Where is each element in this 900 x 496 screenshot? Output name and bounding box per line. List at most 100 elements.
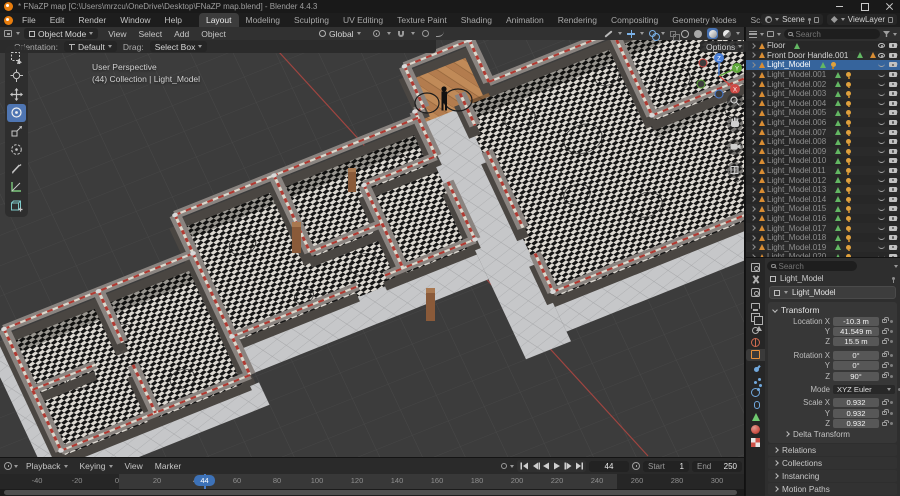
close-button[interactable]: [885, 2, 894, 11]
properties-editor-icon[interactable]: [746, 261, 765, 273]
animate-dot-icon[interactable]: [890, 340, 893, 344]
timeline-scrollbar[interactable]: [0, 489, 744, 496]
outliner-row[interactable]: Light_Model.002: [746, 79, 900, 89]
outliner-row[interactable]: Light_Model.017: [746, 223, 900, 233]
gizmo-neg-y[interactable]: [696, 79, 706, 89]
viewlayer-selector[interactable]: ViewLayer: [826, 14, 897, 25]
outliner-row[interactable]: Light_Model.015: [746, 204, 900, 214]
camera-visibility-icon[interactable]: [889, 81, 898, 87]
tool-rotate[interactable]: [7, 104, 26, 122]
viewport-menu-view[interactable]: View: [102, 29, 132, 39]
value-field[interactable]: -10.3 m: [833, 316, 879, 326]
section-collections[interactable]: Collections: [768, 457, 897, 469]
shading-solid-icon[interactable]: [694, 29, 702, 38]
show-gizmo-icon[interactable]: [627, 29, 635, 38]
toggle-xray-icon[interactable]: [670, 30, 680, 41]
lock-icon[interactable]: [882, 361, 889, 368]
camera-visibility-icon[interactable]: [889, 158, 898, 164]
value-field[interactable]: 15.5 m: [833, 337, 879, 347]
outliner-search-input[interactable]: [795, 29, 876, 39]
outliner-row[interactable]: Light_Model.011: [746, 165, 900, 176]
disclosure-icon[interactable]: [750, 215, 756, 222]
disclosure-icon[interactable]: [750, 225, 756, 231]
value-field[interactable]: 90°: [833, 371, 879, 381]
shading-material-active[interactable]: [707, 28, 718, 39]
transform-panel-header[interactable]: Transform: [770, 304, 895, 316]
tab-particles[interactable]: [746, 374, 765, 386]
tab-layout[interactable]: Layout: [198, 13, 239, 27]
start-frame-field[interactable]: Start 1: [643, 460, 689, 472]
disclosure-icon[interactable]: [750, 206, 756, 212]
mode-selector[interactable]: Object Mode: [24, 28, 99, 39]
new-viewlayer-icon[interactable]: [888, 16, 893, 23]
orientation-selector[interactable]: Global: [314, 28, 366, 39]
current-frame-field[interactable]: 44: [589, 460, 629, 472]
camera-visibility-icon[interactable]: [889, 72, 898, 78]
lock-icon[interactable]: [882, 419, 889, 426]
value-field[interactable]: 0°: [833, 350, 879, 360]
outliner-search[interactable]: [784, 29, 880, 39]
camera-visibility-icon[interactable]: [889, 43, 898, 49]
eye-closed-icon[interactable]: [878, 245, 885, 250]
use-preview-range-icon[interactable]: [632, 462, 640, 470]
timeline-menu-view[interactable]: View: [119, 461, 149, 471]
tab-texture-paint[interactable]: Texture Paint: [390, 13, 454, 27]
editor-type-icon[interactable]: [4, 30, 12, 37]
tab-modifiers[interactable]: [746, 361, 765, 373]
eye-closed-icon[interactable]: [878, 159, 885, 163]
section-relations[interactable]: Relations: [768, 444, 897, 456]
shading-rendered-icon[interactable]: [723, 29, 731, 38]
zoom-button[interactable]: [727, 93, 743, 109]
disclosure-icon[interactable]: [750, 177, 756, 183]
disclosure-icon[interactable]: [750, 129, 756, 135]
display-mode-icon[interactable]: [767, 31, 774, 37]
lock-icon[interactable]: [882, 409, 889, 416]
eye-closed-icon[interactable]: [878, 101, 885, 106]
tool-transform[interactable]: [7, 141, 26, 159]
timeline-ruler[interactable]: -40-200204060801001201401601802002202402…: [0, 474, 744, 489]
scene-selector[interactable]: Scene: [761, 14, 823, 25]
filter-icon[interactable]: [883, 31, 890, 37]
eye-closed-icon[interactable]: [878, 236, 885, 240]
outliner-row[interactable]: Floor: [746, 41, 900, 51]
disclosure-icon[interactable]: [750, 196, 756, 203]
jump-to-start-button[interactable]: [519, 461, 529, 471]
tab-tool[interactable]: [746, 274, 765, 286]
jump-to-end-button[interactable]: [574, 461, 584, 471]
menu-window[interactable]: Window: [113, 14, 157, 26]
disclosure-icon[interactable]: [750, 234, 756, 241]
tool-add-cube[interactable]: [7, 197, 26, 215]
camera-visibility-icon[interactable]: [889, 148, 898, 154]
tab-render[interactable]: [746, 286, 765, 298]
snap-magnet-icon[interactable]: [397, 30, 404, 37]
section-instancing[interactable]: Instancing: [768, 470, 897, 482]
pivot-point-icon[interactable]: [372, 30, 380, 37]
end-frame-field[interactable]: End 250: [692, 460, 742, 472]
blender-menu-icon[interactable]: [4, 15, 13, 25]
camera-visibility-icon[interactable]: [889, 187, 898, 193]
outliner-editor-icon[interactable]: [749, 30, 757, 38]
maximize-button[interactable]: [860, 2, 869, 11]
outliner-row[interactable]: Light_Model.003: [746, 88, 900, 99]
tab-object[interactable]: [746, 348, 765, 361]
tool-measure[interactable]: [7, 178, 26, 196]
disclosure-icon[interactable]: [750, 100, 756, 107]
animate-dot-icon[interactable]: [890, 374, 893, 378]
disclosure-icon[interactable]: [750, 167, 756, 174]
proportional-falloff-icon[interactable]: [435, 31, 444, 37]
lock-icon[interactable]: [882, 351, 889, 358]
tab-geometry-nodes[interactable]: Geometry Nodes: [665, 13, 743, 27]
tab-rendering[interactable]: Rendering: [551, 13, 604, 27]
disclosure-icon[interactable]: [750, 158, 756, 164]
eye-closed-icon[interactable]: [878, 111, 885, 115]
camera-visibility-icon[interactable]: [889, 215, 898, 221]
tab-modeling[interactable]: Modeling: [239, 13, 288, 27]
eye-closed-icon[interactable]: [878, 82, 885, 87]
shading-wireframe-icon[interactable]: [681, 29, 689, 38]
tab-physics[interactable]: [746, 386, 765, 398]
outliner-row[interactable]: Light_Model.006: [746, 118, 900, 128]
tab-compositing[interactable]: Compositing: [604, 13, 665, 27]
gizmo-neg-x[interactable]: [698, 58, 708, 68]
value-field[interactable]: 0.932: [833, 408, 879, 418]
camera-visibility-icon[interactable]: [889, 100, 898, 106]
